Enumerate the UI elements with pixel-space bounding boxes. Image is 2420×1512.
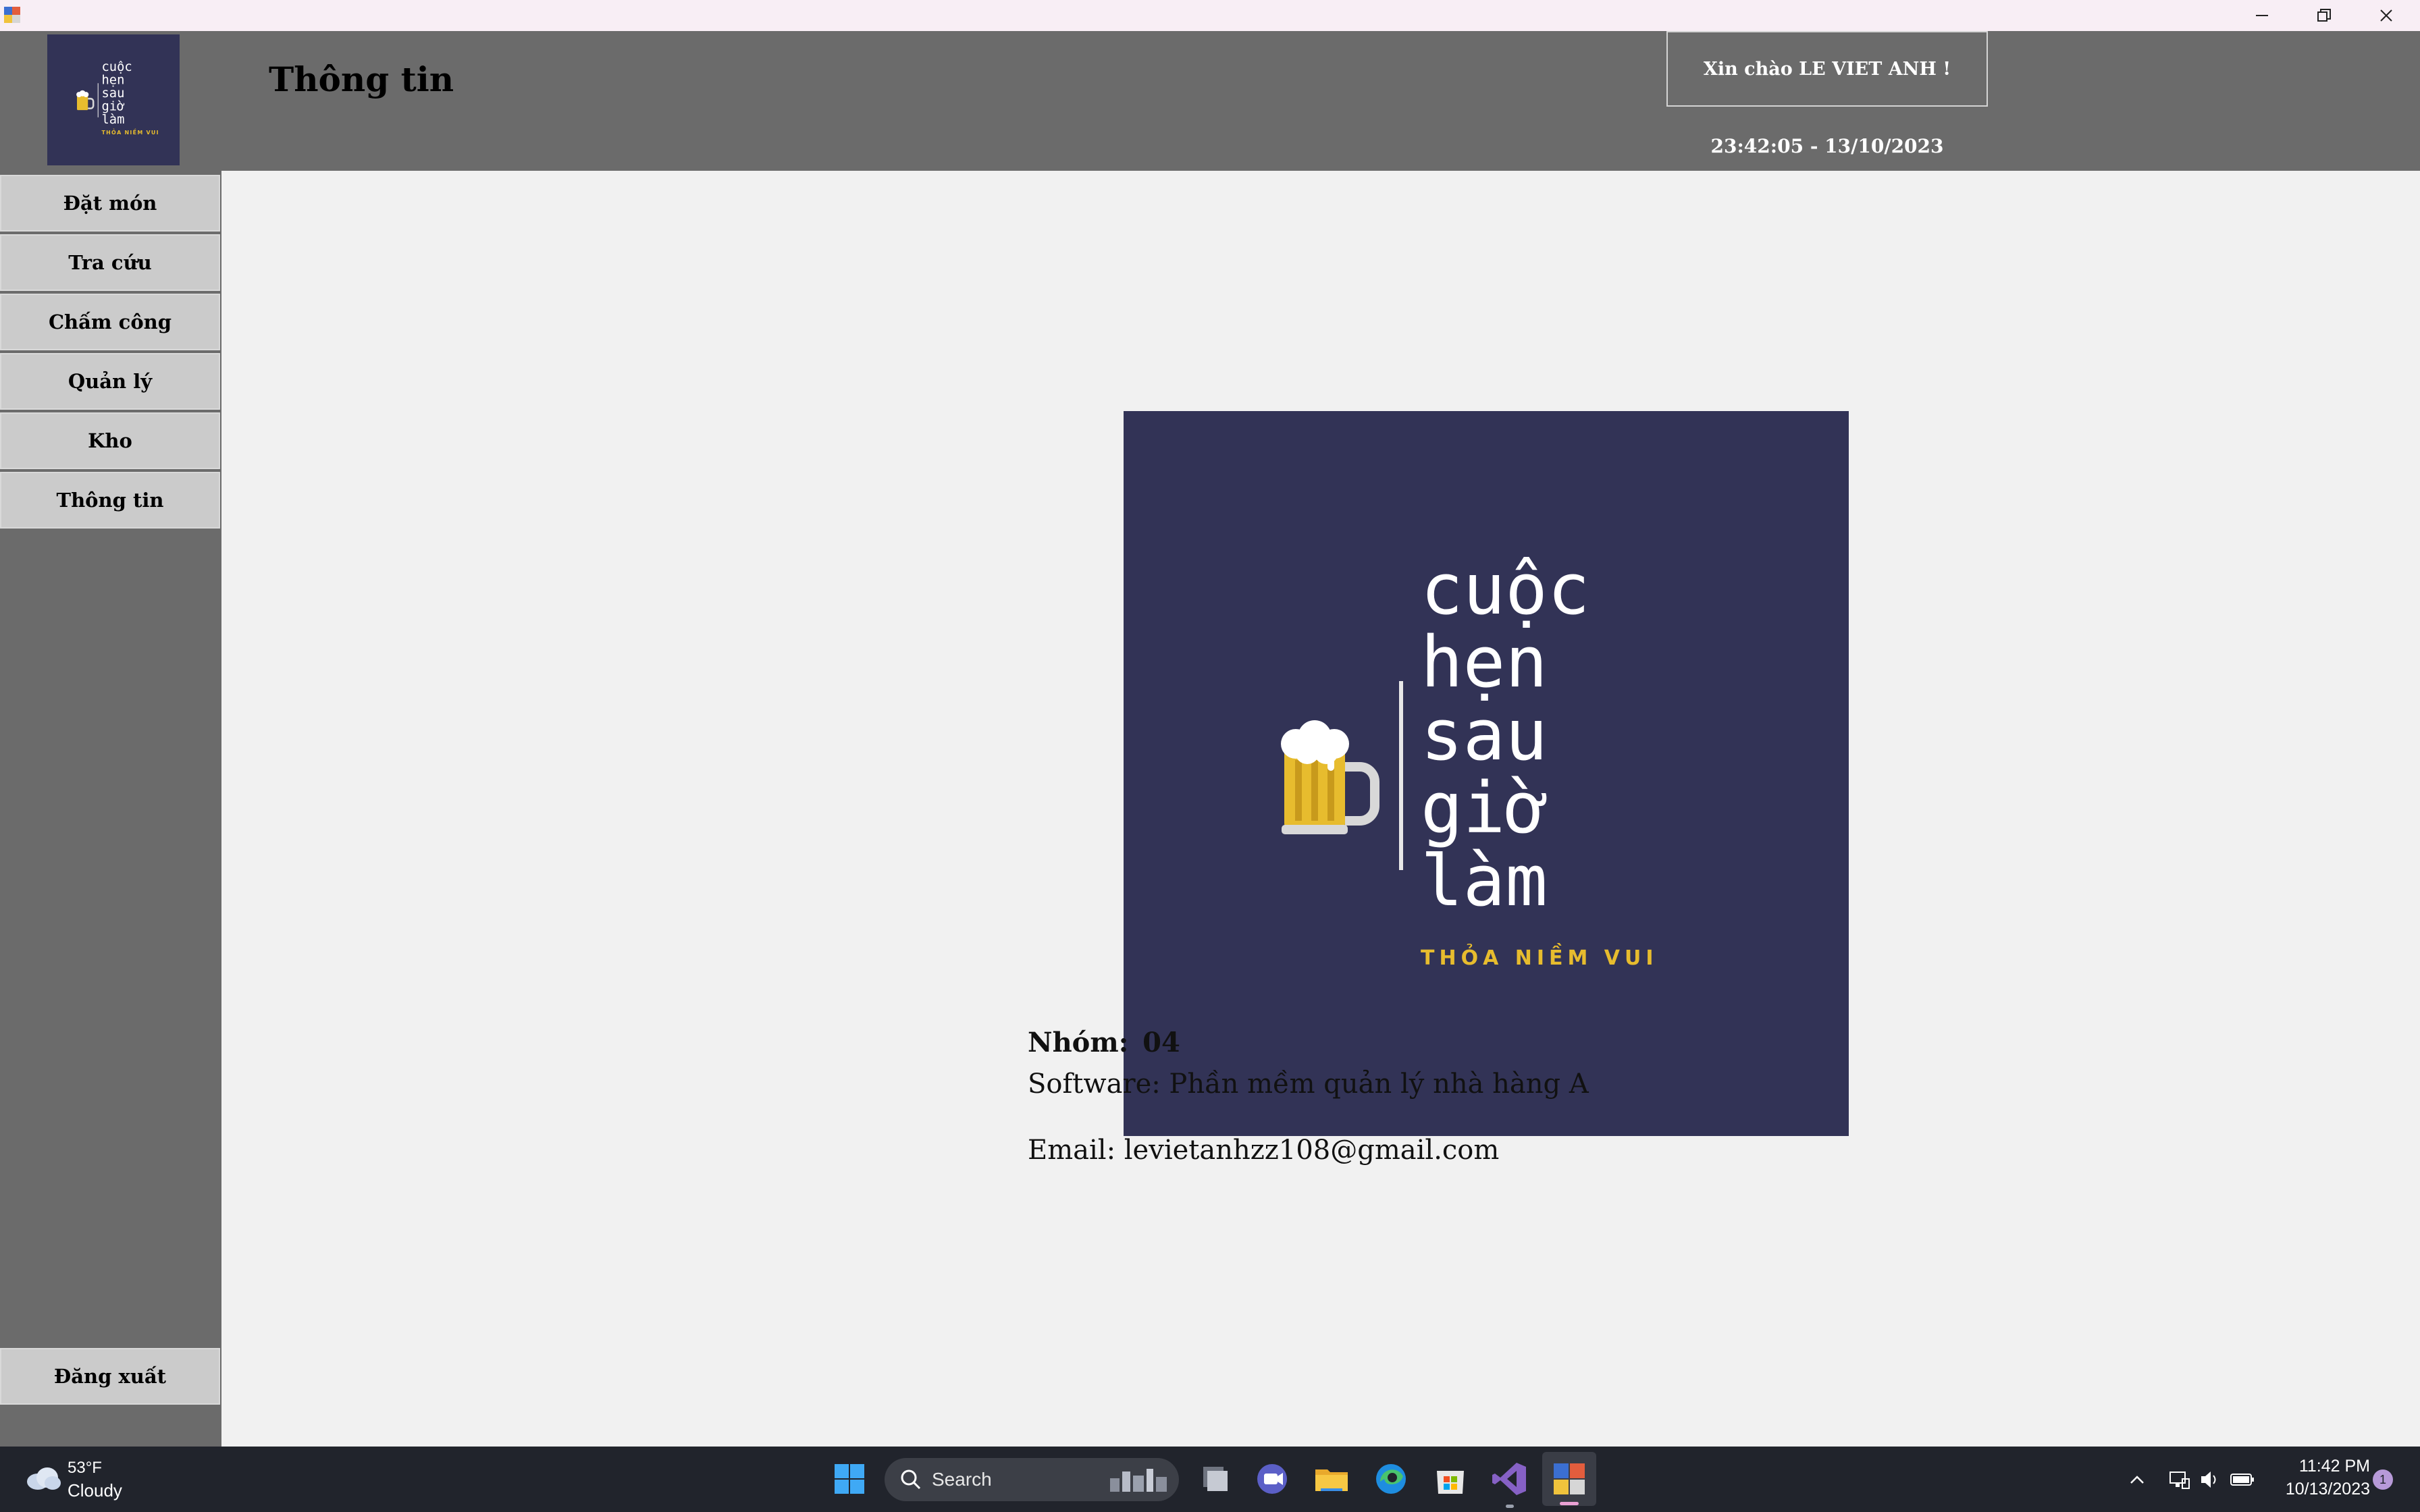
user-greeting: Xin chào LE VIET ANH ! bbox=[1666, 31, 1988, 107]
svg-text:cuộc: cuộc bbox=[101, 60, 132, 74]
window-titlebar bbox=[0, 0, 2420, 31]
software-line: Software: Phần mềm quản lý nhà hàng A bbox=[1028, 1069, 1589, 1100]
sidebar: Đặt món Tra cứu Chấm công Quản lý Kho Th… bbox=[0, 171, 221, 1447]
active-app-indicator bbox=[1560, 1502, 1579, 1505]
logo-text-line: giờ bbox=[1421, 767, 1548, 849]
logo-text-line: làm bbox=[1421, 840, 1548, 922]
logout-button[interactable]: Đăng xuất bbox=[0, 1348, 220, 1405]
sidebar-item-quan-ly[interactable]: Quản lý bbox=[0, 353, 220, 410]
app-running-indicator bbox=[1506, 1505, 1514, 1508]
brand-logo-graphic: cuộc hẹn sau giờ làm THỎA NIỀM VUI bbox=[1124, 411, 1849, 1136]
sidebar-item-cham-cong[interactable]: Chấm công bbox=[0, 294, 220, 350]
teams-chat-icon[interactable] bbox=[1252, 1459, 1292, 1499]
taskbar-date: 10/13/2023 bbox=[2285, 1480, 2370, 1498]
windows-start-icon[interactable] bbox=[829, 1459, 870, 1499]
tray-chevron-up-icon[interactable] bbox=[2127, 1469, 2147, 1490]
app-header: cuộc hẹn sau giờ làm THỎA NIỀM VUI Thông… bbox=[0, 31, 2420, 171]
group-label: Nhóm: bbox=[1028, 1027, 1129, 1058]
brand-logo-small: cuộc hẹn sau giờ làm THỎA NIỀM VUI bbox=[47, 34, 180, 165]
logo-text-line: cuộc bbox=[1421, 548, 1589, 630]
volume-icon[interactable] bbox=[2199, 1468, 2221, 1491]
brand-logo-small-graphic: cuộc hẹn sau giờ làm THỎA NIỀM VUI bbox=[48, 34, 179, 165]
sidebar-item-thong-tin[interactable]: Thông tin bbox=[0, 472, 220, 529]
notification-count: 1 bbox=[2379, 1473, 2386, 1486]
search-highlight-icon bbox=[1110, 1469, 1167, 1492]
file-explorer-icon[interactable] bbox=[1311, 1459, 1352, 1499]
page-title: Thông tin bbox=[269, 59, 454, 99]
svg-text:sau: sau bbox=[101, 86, 124, 101]
weather-widget[interactable]: 53°F Cloudy bbox=[20, 1457, 155, 1502]
battery-icon[interactable] bbox=[2230, 1468, 2255, 1491]
sidebar-item-dat-mon[interactable]: Đặt món bbox=[0, 175, 220, 232]
edge-browser-icon[interactable] bbox=[1371, 1459, 1411, 1499]
weather-desc: Cloudy bbox=[68, 1480, 122, 1501]
restore-button[interactable] bbox=[2293, 0, 2355, 31]
visual-studio-icon[interactable] bbox=[1490, 1459, 1530, 1499]
restore-icon bbox=[2317, 9, 2331, 22]
minimize-icon bbox=[2256, 15, 2268, 16]
brand-logo-large: cuộc hẹn sau giờ làm THỎA NIỀM VUI bbox=[1124, 411, 1849, 1136]
datetime-display: 23:42:05 - 13/10/2023 bbox=[1710, 135, 1944, 157]
taskbar-time: 11:42 PM bbox=[2298, 1457, 2370, 1476]
search-placeholder: Search bbox=[932, 1469, 992, 1490]
svg-text:hẹn: hẹn bbox=[101, 74, 124, 88]
clock-widget[interactable]: 11:42 PM 10/13/2023 bbox=[2269, 1455, 2370, 1503]
close-icon bbox=[2380, 9, 2392, 22]
sidebar-item-kho[interactable]: Kho bbox=[0, 412, 220, 469]
group-value: 04 bbox=[1142, 1027, 1180, 1058]
taskbar: 53°F Cloudy Search 11:42 PM 10/13/2023 1 bbox=[0, 1447, 2420, 1512]
logo-text-line: hẹn bbox=[1421, 621, 1548, 703]
microsoft-store-icon[interactable] bbox=[1430, 1459, 1471, 1499]
app-icon bbox=[4, 7, 20, 23]
close-button[interactable] bbox=[2355, 0, 2417, 31]
svg-text:giờ: giờ bbox=[101, 100, 125, 114]
taskbar-search[interactable]: Search bbox=[885, 1458, 1179, 1501]
main-content: cuộc hẹn sau giờ làm THỎA NIỀM VUI Nhóm:… bbox=[221, 171, 2420, 1447]
restaurant-app-icon bbox=[1554, 1463, 1585, 1494]
minimize-button[interactable] bbox=[2231, 0, 2293, 31]
cloud-icon bbox=[27, 1467, 61, 1490]
logo-text-line: sau bbox=[1421, 694, 1548, 776]
notification-badge[interactable]: 1 bbox=[2373, 1469, 2393, 1490]
email-line: Email: levietanhzz108@gmail.com bbox=[1028, 1135, 1500, 1166]
network-icon[interactable] bbox=[2167, 1468, 2190, 1491]
logo-tagline: THỎA NIỀM VUI bbox=[1421, 943, 1658, 970]
group-line: Nhóm: 04 bbox=[1028, 1027, 1180, 1058]
task-view-icon[interactable] bbox=[1194, 1459, 1234, 1499]
svg-text:làm: làm bbox=[101, 113, 124, 127]
search-icon bbox=[901, 1469, 921, 1490]
weather-temp: 53°F bbox=[68, 1459, 102, 1477]
sidebar-item-tra-cuu[interactable]: Tra cứu bbox=[0, 234, 220, 291]
active-app-tile[interactable] bbox=[1542, 1452, 1596, 1506]
